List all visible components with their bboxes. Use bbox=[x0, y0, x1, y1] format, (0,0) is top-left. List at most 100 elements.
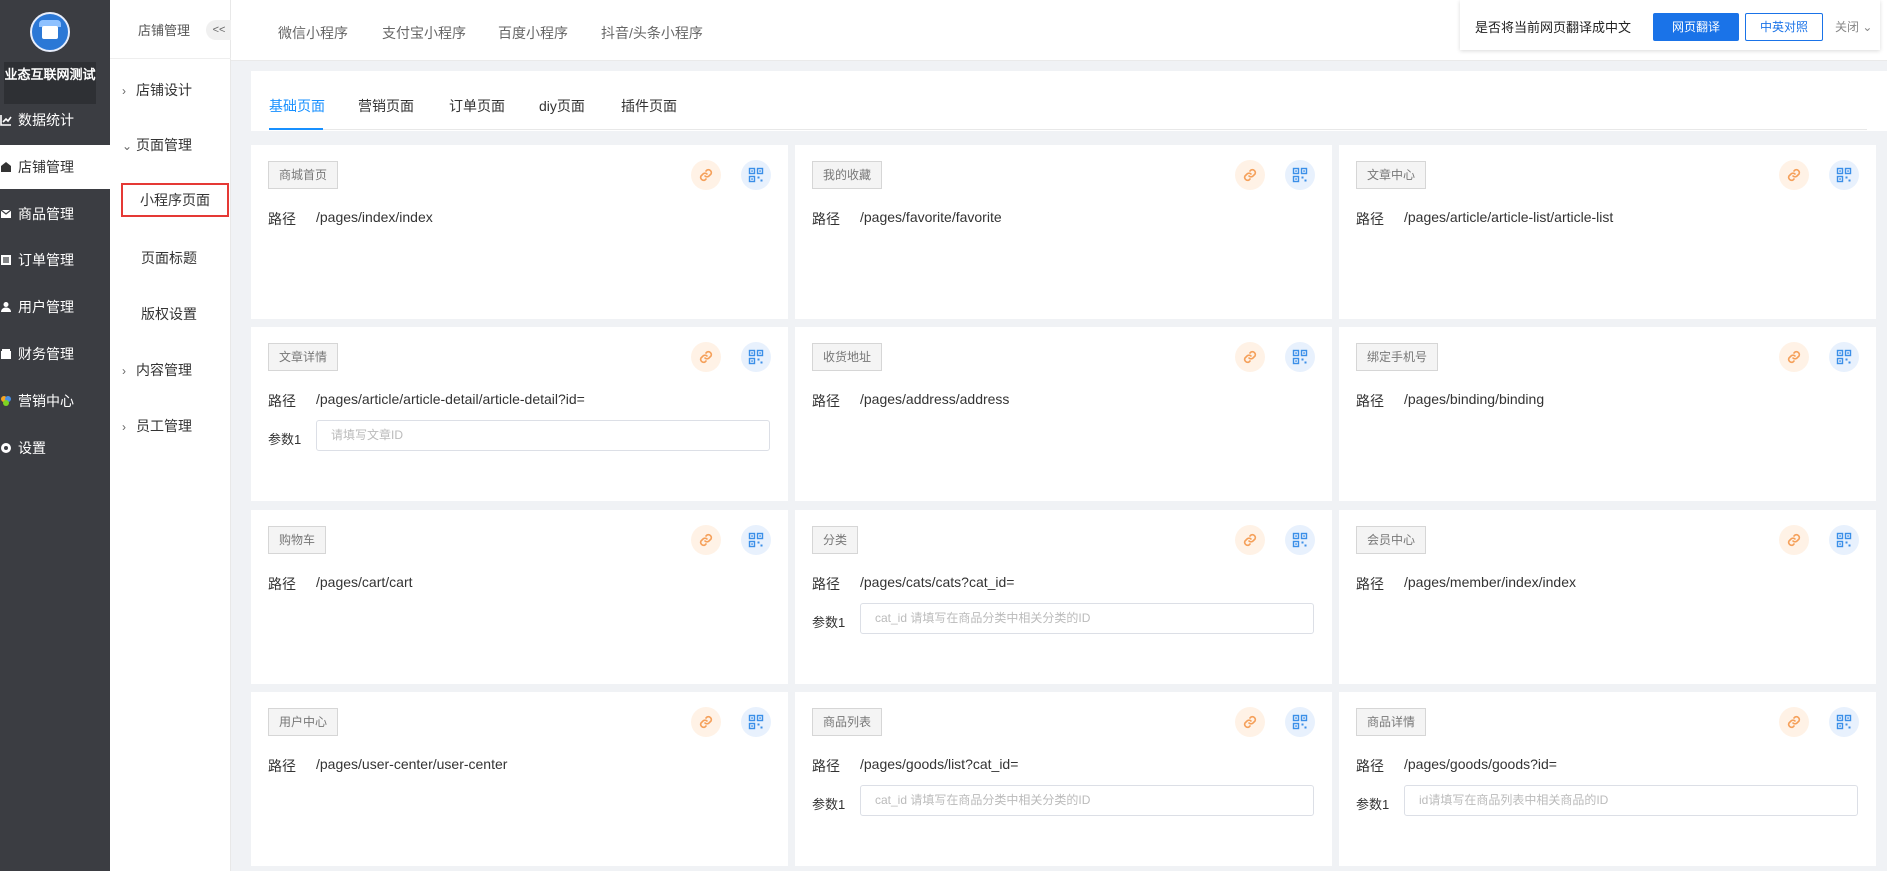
page-path: /pages/cats/cats?cat_id= bbox=[860, 574, 1015, 590]
page-name-tag: 会员中心 bbox=[1356, 526, 1427, 554]
qr-code-button[interactable] bbox=[1285, 525, 1315, 555]
tab-divider bbox=[269, 129, 1867, 130]
user-icon bbox=[0, 301, 12, 313]
path-label: 路径 bbox=[1356, 211, 1384, 227]
sub-sidebar-title: 店铺管理 bbox=[138, 23, 191, 38]
page-tabs-panel: 基础页面 营销页面 订单页面 diy页面 插件页面 bbox=[251, 71, 1887, 131]
sidebar-item-data-stats[interactable]: 数据统计 bbox=[0, 98, 110, 142]
path-label: 路径 bbox=[268, 393, 296, 409]
subnav-group-page-management[interactable]: ⌄ 页面管理 bbox=[122, 135, 192, 155]
copy-link-button[interactable] bbox=[691, 342, 721, 372]
param-input[interactable]: id请填写在商品列表中相关商品的ID bbox=[1404, 785, 1858, 816]
param-input[interactable]: cat_id 请填写在商品分类中相关分类的ID bbox=[860, 785, 1314, 816]
subnav-item-miniprogram-pages[interactable]: 小程序页面 bbox=[121, 183, 229, 217]
subnav-group-label: 员工管理 bbox=[136, 418, 192, 434]
path-label: 路径 bbox=[268, 576, 296, 592]
page-name-tag: 商城首页 bbox=[268, 161, 339, 189]
sidebar-item-orders[interactable]: 订单管理 bbox=[0, 238, 110, 282]
collapse-button[interactable]: << bbox=[206, 20, 232, 40]
tab-basic-pages[interactable]: 基础页面 bbox=[269, 96, 325, 116]
mail-icon bbox=[0, 208, 12, 220]
path-label: 路径 bbox=[812, 758, 840, 774]
path-label: 路径 bbox=[812, 211, 840, 227]
page-card: 我的收藏 路径/pages/favorite/favorite bbox=[795, 145, 1332, 319]
page-card: 文章详情 路径/pages/article/article-detail/arti… bbox=[251, 327, 788, 501]
copy-link-button[interactable] bbox=[691, 525, 721, 555]
page-card: 商品详情 路径/pages/goods/goods?id= 参数1 id请填写在商品列… bbox=[1339, 692, 1876, 866]
copy-link-button[interactable] bbox=[1235, 525, 1265, 555]
param-input[interactable]: 请填写文章ID bbox=[316, 420, 770, 451]
sidebar-item-users[interactable]: 用户管理 bbox=[0, 285, 110, 329]
page-path: /pages/index/index bbox=[316, 209, 433, 225]
sidebar-item-label: 订单管理 bbox=[18, 252, 74, 268]
path-label: 路径 bbox=[1356, 576, 1384, 592]
tab-marketing-pages[interactable]: 营销页面 bbox=[358, 96, 414, 116]
path-label: 路径 bbox=[268, 211, 296, 227]
subnav-group-content-management[interactable]: › 内容管理 bbox=[122, 360, 192, 380]
page-name-tag: 文章中心 bbox=[1356, 161, 1427, 189]
page-path: /pages/user-center/user-center bbox=[316, 756, 508, 772]
subnav-group-staff-management[interactable]: › 员工管理 bbox=[122, 416, 192, 436]
subnav-item-page-titles[interactable]: 页面标题 bbox=[141, 248, 197, 268]
translate-close-button[interactable]: 关闭 ⌄ bbox=[1835, 18, 1872, 35]
copy-link-button[interactable] bbox=[1235, 707, 1265, 737]
translate-page-button[interactable]: 网页翻译 bbox=[1653, 13, 1739, 41]
param-input[interactable]: cat_id 请填写在商品分类中相关分类的ID bbox=[860, 603, 1314, 634]
sidebar-item-finance[interactable]: 财务管理 bbox=[0, 332, 110, 376]
qr-code-button[interactable] bbox=[1829, 342, 1859, 372]
subnav-group-store-design[interactable]: › 店铺设计 bbox=[122, 80, 192, 100]
copy-link-button[interactable] bbox=[1779, 525, 1809, 555]
copy-link-button[interactable] bbox=[1235, 160, 1265, 190]
subnav-item-copyright-settings[interactable]: 版权设置 bbox=[141, 304, 197, 324]
param-label: 参数1 bbox=[812, 797, 846, 812]
qr-code-button[interactable] bbox=[1829, 707, 1859, 737]
param-label: 参数1 bbox=[1356, 797, 1390, 812]
page-card: 会员中心 路径/pages/member/index/index bbox=[1339, 510, 1876, 684]
sidebar-item-label: 用户管理 bbox=[18, 299, 74, 315]
subnav-group-label: 页面管理 bbox=[136, 137, 192, 153]
active-tab-indicator bbox=[269, 128, 323, 130]
sidebar-item-marketing[interactable]: 营销中心 bbox=[0, 379, 110, 423]
qr-code-button[interactable] bbox=[741, 342, 771, 372]
chevron-down-icon: ⌄ bbox=[122, 139, 133, 153]
copy-link-button[interactable] bbox=[1779, 160, 1809, 190]
sidebar-item-label: 设置 bbox=[18, 440, 46, 456]
bilingual-compare-button[interactable]: 中英对照 bbox=[1745, 13, 1823, 41]
path-label: 路径 bbox=[812, 576, 840, 592]
sidebar-item-settings[interactable]: 设置 bbox=[0, 426, 110, 470]
tab-baidu-miniprogram[interactable]: 百度小程序 bbox=[498, 23, 568, 43]
tab-alipay-miniprogram[interactable]: 支付宝小程序 bbox=[382, 23, 466, 43]
copy-link-button[interactable] bbox=[1779, 707, 1809, 737]
param-label: 参数1 bbox=[268, 432, 302, 447]
tab-diy-pages[interactable]: diy页面 bbox=[539, 96, 585, 116]
page-card: 分类 路径/pages/cats/cats?cat_id= 参数1 cat_id 请填… bbox=[795, 510, 1332, 684]
page-path: /pages/favorite/favorite bbox=[860, 209, 1002, 225]
copy-link-button[interactable] bbox=[1779, 342, 1809, 372]
sidebar-item-goods[interactable]: 商品管理 bbox=[0, 192, 110, 236]
tab-douyin-miniprogram[interactable]: 抖音/头条小程序 bbox=[601, 23, 703, 43]
copy-link-button[interactable] bbox=[1235, 342, 1265, 372]
qr-code-button[interactable] bbox=[741, 525, 771, 555]
page-path: /pages/goods/goods?id= bbox=[1404, 756, 1557, 772]
copy-link-button[interactable] bbox=[691, 160, 721, 190]
qr-code-button[interactable] bbox=[1285, 160, 1315, 190]
qr-code-button[interactable] bbox=[1829, 525, 1859, 555]
copy-link-button[interactable] bbox=[691, 707, 721, 737]
sidebar-item-label: 数据统计 bbox=[18, 112, 74, 128]
qr-code-button[interactable] bbox=[1285, 707, 1315, 737]
list-icon bbox=[0, 254, 12, 266]
tab-plugin-pages[interactable]: 插件页面 bbox=[621, 96, 677, 116]
sub-sidebar: 店铺管理 << › 店铺设计 ⌄ 页面管理 小程序页面 页面标题 版权设置 › 内容管… bbox=[110, 0, 232, 871]
qr-code-button[interactable] bbox=[741, 707, 771, 737]
tab-order-pages[interactable]: 订单页面 bbox=[449, 96, 505, 116]
page-card: 绑定手机号 路径/pages/binding/binding bbox=[1339, 327, 1876, 501]
qr-code-button[interactable] bbox=[1829, 160, 1859, 190]
marketing-icon bbox=[0, 395, 12, 407]
qr-code-button[interactable] bbox=[1285, 342, 1315, 372]
path-label: 路径 bbox=[1356, 758, 1384, 774]
qr-code-button[interactable] bbox=[741, 160, 771, 190]
page-card: 商品列表 路径/pages/goods/list?cat_id= 参数1 cat_id… bbox=[795, 692, 1332, 866]
sidebar-item-store[interactable]: 店铺管理 bbox=[0, 145, 110, 189]
chevron-down-icon: ⌄ bbox=[1862, 20, 1873, 34]
tab-wechat-miniprogram[interactable]: 微信小程序 bbox=[278, 23, 348, 43]
